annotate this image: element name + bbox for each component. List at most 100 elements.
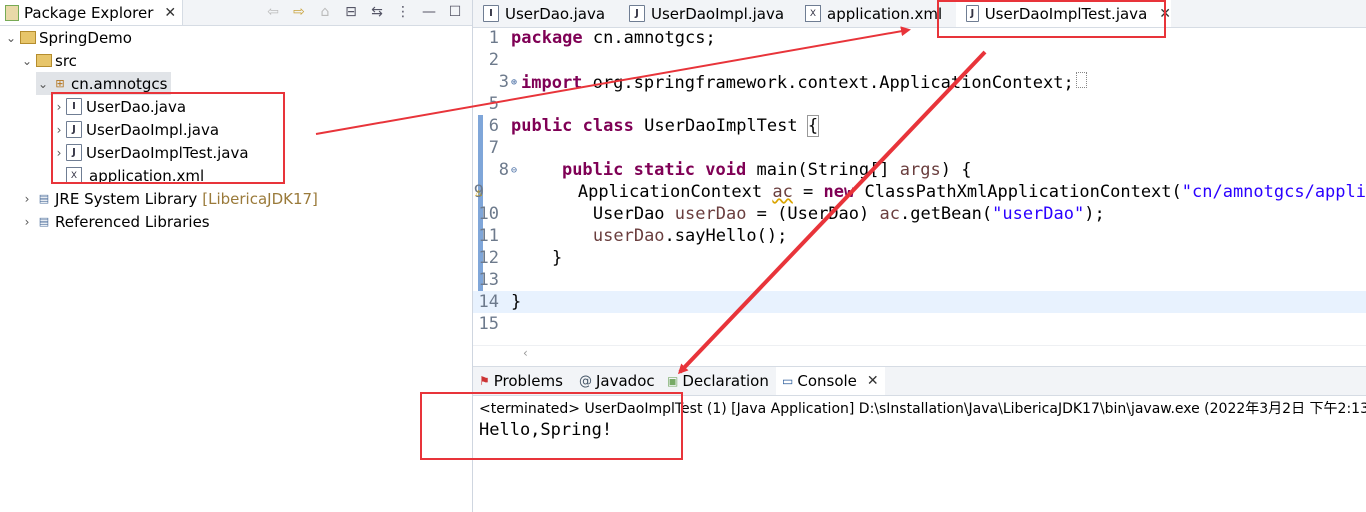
tree-label-jre: JRE System Library xyxy=(55,189,198,208)
tree-item-jre[interactable]: › ▤ JRE System Library [LibericaJDK17] xyxy=(20,187,318,210)
tab-application-xml[interactable]: X application.xml xyxy=(795,0,965,27)
link-with-editor-icon[interactable]: ⇆ xyxy=(368,3,386,21)
tree-label-file: UserDaoImplTest.java xyxy=(86,143,249,162)
keyword: public xyxy=(561,160,624,180)
code-line: 1 package cn.amnotgcs; xyxy=(473,27,1366,49)
chevron-down-icon[interactable]: ⌄ xyxy=(20,54,34,68)
java-interface-file-icon: I xyxy=(483,5,499,22)
tree-label-jre-version: [LibericaJDK17] xyxy=(202,189,318,208)
code-text: ApplicationContext xyxy=(577,182,773,202)
code-text: ); xyxy=(1084,204,1105,224)
collapse-all-icon[interactable]: ⊟ xyxy=(342,3,360,21)
javadoc-icon: @ xyxy=(579,373,592,389)
java-file-icon: J xyxy=(66,144,82,161)
tab-javadoc[interactable]: @ Javadoc xyxy=(579,367,655,395)
package-icon: ⊞ xyxy=(55,77,65,90)
scroll-left-icon[interactable]: ‹ xyxy=(523,346,528,360)
package-explorer-view: Package Explorer ✕ ⇦ ⇨ ⌂ ⊟ ⇆ ⋮ — ☐ ⌄ Spr… xyxy=(0,0,473,512)
line-number: 15 xyxy=(478,314,499,334)
chevron-right-icon[interactable]: › xyxy=(52,100,66,114)
view-menu-icon[interactable]: ⋮ xyxy=(394,3,412,21)
line-number: 13 xyxy=(478,270,499,290)
code-line-current: 14 } xyxy=(473,291,1366,313)
java-file-icon: J xyxy=(966,5,979,22)
code-text: cn.amnotgcs; xyxy=(582,28,716,48)
code-text: = (UserDao) xyxy=(746,204,880,224)
tree-item-package[interactable]: ⌄ ⊞ cn.amnotgcs xyxy=(36,72,172,95)
close-icon[interactable]: ✕ xyxy=(164,5,176,21)
string-literal: "userDao" xyxy=(992,204,1085,224)
tree-item-file-userdaoimpl[interactable]: › J UserDaoImpl.java xyxy=(52,118,219,141)
fold-expand-icon[interactable]: ⊕ xyxy=(511,77,521,88)
library-icon: ▤ xyxy=(38,215,50,228)
editor-tab-label: UserDaoImplTest.java xyxy=(984,4,1148,23)
up-icon[interactable]: ⌂ xyxy=(316,3,334,21)
chevron-right-icon[interactable]: › xyxy=(20,192,34,206)
tab-userdaoimpl-java[interactable]: J UserDaoImpl.java xyxy=(619,0,804,27)
keyword: static xyxy=(633,160,696,180)
back-icon[interactable]: ⇦ xyxy=(264,3,282,21)
code-text: } xyxy=(511,292,522,312)
java-editor: I UserDao.java J UserDaoImpl.java X appl… xyxy=(473,0,1366,364)
maximize-icon[interactable]: ☐ xyxy=(446,3,464,21)
code-area[interactable]: 1 package cn.amnotgcs; 2 3 ⊕ import org.… xyxy=(473,27,1366,345)
tab-userdao-java[interactable]: I UserDao.java xyxy=(473,0,628,27)
tab-label: Javadoc xyxy=(596,372,655,390)
chevron-down-icon[interactable]: ⌄ xyxy=(4,31,18,45)
editor-tabbar: I UserDao.java J UserDaoImpl.java X appl… xyxy=(473,0,1366,28)
code-line: 5 xyxy=(473,93,1366,115)
tree-item-file-userdao[interactable]: › I UserDao.java xyxy=(52,95,186,118)
explorer-toolbar: ⇦ ⇨ ⌂ ⊟ ⇆ ⋮ — ☐ xyxy=(264,3,464,21)
tab-console[interactable]: ▭ Console ✕ xyxy=(776,367,885,395)
tree-item-file-application-xml[interactable]: X application.xml xyxy=(66,164,204,187)
java-file-icon: J xyxy=(66,121,82,138)
folded-region-icon[interactable] xyxy=(1075,71,1087,88)
package-explorer-icon xyxy=(5,4,19,21)
line-number: 6 xyxy=(488,116,499,136)
console-icon: ▭ xyxy=(782,374,794,388)
chevron-right-icon[interactable]: › xyxy=(52,123,66,137)
line-number: 2 xyxy=(488,50,499,70)
code-text: = xyxy=(792,182,824,202)
tree-item-referenced-libraries[interactable]: › ▤ Referenced Libraries xyxy=(20,210,210,233)
chevron-down-icon[interactable]: ⌄ xyxy=(36,77,50,91)
tab-problems[interactable]: ⚑ Problems xyxy=(479,367,563,395)
forward-icon[interactable]: ⇨ xyxy=(290,3,308,21)
matching-brace: { xyxy=(806,115,820,137)
variable: ac xyxy=(772,182,793,202)
tree-item-src[interactable]: ⌄ src xyxy=(20,49,77,72)
console-panel: ⚑ Problems @ Javadoc ▣ Declaration ▭ Con… xyxy=(473,366,1366,512)
horizontal-scrollbar[interactable]: ‹ xyxy=(473,345,1366,364)
fold-collapse-icon[interactable]: ⊖ xyxy=(511,165,521,176)
code-line: 8 ⊖ public static void main(String[] arg… xyxy=(473,159,1366,181)
tab-label: Console xyxy=(797,372,857,390)
tab-userdaoimpltest-java[interactable]: J UserDaoImplTest.java ✕ xyxy=(956,0,1171,27)
console-tabbar: ⚑ Problems @ Javadoc ▣ Declaration ▭ Con… xyxy=(473,367,1366,396)
variable: userDao xyxy=(674,204,747,224)
tab-declaration[interactable]: ▣ Declaration xyxy=(667,367,769,395)
tree-item-file-userdaoimpltest[interactable]: › J UserDaoImplTest.java xyxy=(52,141,249,164)
chevron-right-icon[interactable]: › xyxy=(20,215,34,229)
tab-package-explorer[interactable]: Package Explorer ✕ xyxy=(0,0,184,25)
xml-file-icon: X xyxy=(805,5,821,22)
warning-icon[interactable]: ⚠ xyxy=(475,185,482,199)
code-text: .getBean( xyxy=(899,204,993,224)
code-line: 15 xyxy=(473,313,1366,335)
line-number: 14 xyxy=(478,292,499,312)
variable: ac xyxy=(879,204,900,224)
xml-file-icon: X xyxy=(66,167,82,184)
close-icon[interactable]: ✕ xyxy=(1159,6,1171,22)
editor-tab-label: UserDao.java xyxy=(505,4,606,23)
java-interface-file-icon: I xyxy=(66,98,82,115)
code-text: UserDao xyxy=(592,204,675,224)
code-line: 2 xyxy=(473,49,1366,71)
string-literal: "cn/amnotgcs/appli xyxy=(1181,182,1366,202)
tree-item-project[interactable]: ⌄ SpringDemo xyxy=(4,26,132,49)
code-text: UserDaoImplTest xyxy=(633,116,808,136)
close-icon[interactable]: ✕ xyxy=(867,373,879,389)
minimize-icon[interactable]: — xyxy=(420,3,438,21)
console-output[interactable]: Hello,Spring! xyxy=(479,420,612,440)
code-line: 10 UserDao userDao = (UserDao) ac.getBea… xyxy=(473,203,1366,225)
chevron-right-icon[interactable]: › xyxy=(52,146,66,160)
line-number: 7 xyxy=(488,138,499,158)
